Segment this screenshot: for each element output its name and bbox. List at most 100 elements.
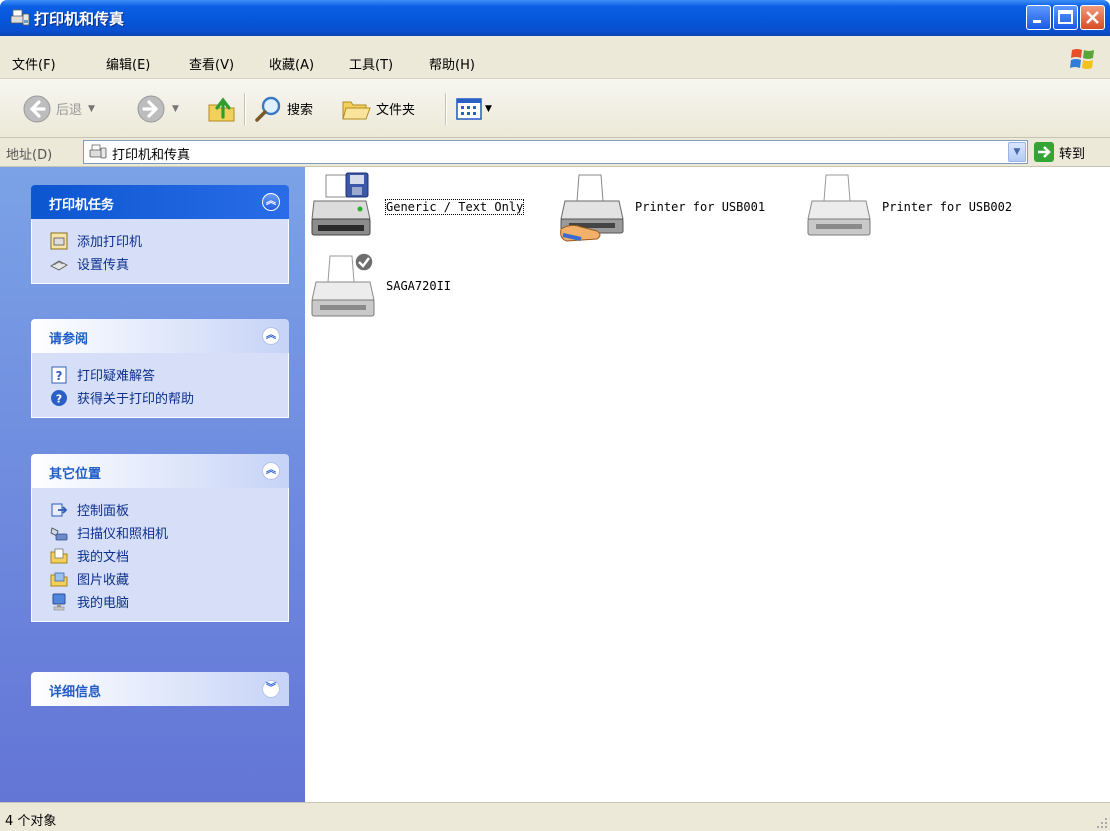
help-book-icon: ? (51, 366, 67, 383)
printer-item[interactable]: Printer for USB001 (557, 171, 765, 243)
forward-arrow-icon (137, 95, 165, 122)
toolbar-separator (445, 93, 446, 125)
help-circle-icon: ? (51, 389, 67, 406)
address-bar: 地址(D) 打印机和传真 ▼ 转到 (0, 138, 1110, 167)
menu-help[interactable]: 帮助(H) (429, 54, 475, 73)
panel-title: 请参阅 (49, 332, 89, 347)
other-places-panel: 其它位置 ︽ 控制面板 扫描仪和照相机 我的文档 图片收藏 我的电脑 (31, 454, 289, 622)
print-troubleshooter-link[interactable]: ? 打印疑难解答 (32, 363, 288, 386)
task-label: 打印疑难解答 (77, 369, 156, 384)
printers-list-view[interactable]: Generic / Text Only Printer for USB001 P… (305, 167, 1110, 802)
search-button[interactable]: 搜索 (253, 79, 313, 138)
close-button[interactable] (1080, 5, 1105, 30)
printer-item[interactable]: Printer for USB002 (804, 171, 1012, 243)
back-button[interactable]: 后退 ▼ (22, 79, 95, 138)
close-icon (1086, 11, 1099, 24)
printer-icon (807, 174, 871, 236)
menu-favorites[interactable]: 收藏(A) (269, 54, 314, 73)
menu-file[interactable]: 文件(F) (12, 54, 56, 73)
menu-edit[interactable]: 编辑(E) (106, 54, 150, 73)
minimize-button[interactable] (1026, 5, 1051, 30)
collapse-icon[interactable]: ︽ (262, 193, 280, 211)
back-arrow-icon (23, 95, 51, 122)
toolbar-separator (244, 93, 245, 125)
windows-logo-icon (1070, 49, 1094, 69)
views-button[interactable]: ▼ (456, 79, 492, 138)
menu-bar: 文件(F) 编辑(E) 查看(V) 收藏(A) 工具(T) 帮助(H) (0, 36, 1110, 79)
panel-header[interactable]: 打印机任务 ︽ (31, 185, 289, 219)
panel-title: 其它位置 (49, 467, 102, 482)
collapse-icon[interactable]: ︽ (262, 462, 280, 480)
task-pane: 打印机任务 ︽ 添加打印机 设置传真 请参阅 ︽ ? 打印疑难解答 ? 获得关于… (0, 167, 305, 802)
task-label: 设置传真 (77, 258, 130, 273)
up-folder-icon (208, 96, 235, 121)
printing-help-link[interactable]: ? 获得关于打印的帮助 (32, 386, 288, 409)
details-panel: 详细信息 ︾ (31, 672, 289, 706)
task-label: 获得关于打印的帮助 (77, 392, 195, 407)
window-title: 打印机和传真 (34, 10, 125, 28)
my-computer-link[interactable]: 我的电脑 (32, 590, 288, 613)
add-printer-link[interactable]: 添加打印机 (32, 229, 288, 252)
printer-name: Generic / Text Only (384, 199, 525, 215)
maximize-button[interactable] (1053, 5, 1078, 30)
resize-grip-icon[interactable] (1094, 815, 1108, 829)
panel-header[interactable]: 详细信息 ︾ (31, 672, 289, 706)
see-also-panel: 请参阅 ︽ ? 打印疑难解答 ? 获得关于打印的帮助 (31, 319, 289, 418)
my-computer-icon (52, 593, 66, 610)
folders-label: 文件夹 (376, 103, 416, 118)
my-documents-link[interactable]: 我的文档 (32, 544, 288, 567)
folders-icon (342, 101, 371, 119)
collapse-icon[interactable]: ︽ (262, 327, 280, 345)
panel-body: ? 打印疑难解答 ? 获得关于打印的帮助 (31, 353, 289, 418)
title-bar[interactable]: 打印机和传真 (0, 0, 1110, 36)
printer-fax-icon (10, 9, 30, 26)
forward-dropdown-icon[interactable]: ▼ (172, 104, 179, 114)
task-label: 我的文档 (77, 550, 130, 565)
printer-name: SAGA720II (386, 279, 452, 293)
printer-name: Printer for USB002 (882, 200, 1013, 214)
task-label: 控制面板 (77, 504, 130, 519)
back-dropdown-icon[interactable]: ▼ (88, 104, 95, 114)
back-label: 后退 (56, 103, 83, 118)
control-panel-link[interactable]: 控制面板 (32, 498, 288, 521)
svg-text:?: ? (56, 392, 62, 405)
panel-header[interactable]: 请参阅 ︽ (31, 319, 289, 353)
forward-button[interactable]: ▼ (136, 79, 179, 138)
menu-tools[interactable]: 工具(T) (349, 54, 393, 73)
task-label: 图片收藏 (77, 573, 130, 588)
minimize-icon (1033, 20, 1041, 23)
panel-body: 添加打印机 设置传真 (31, 219, 289, 284)
control-panel-icon (51, 503, 68, 516)
shared-printer-icon (560, 174, 624, 242)
folders-button[interactable]: 文件夹 (340, 79, 415, 138)
panel-title: 详细信息 (49, 685, 102, 700)
scanner-camera-icon (50, 526, 68, 540)
task-label: 扫描仪和照相机 (77, 527, 169, 542)
printer-tasks-panel: 打印机任务 ︽ 添加打印机 设置传真 (31, 185, 289, 284)
expand-icon[interactable]: ︾ (262, 680, 280, 698)
panel-header[interactable]: 其它位置 ︽ (31, 454, 289, 488)
scanners-cameras-link[interactable]: 扫描仪和照相机 (32, 521, 288, 544)
printer-fax-icon (89, 144, 107, 159)
go-arrow-icon (1034, 142, 1054, 162)
address-value: 打印机和传真 (112, 148, 191, 163)
menu-view[interactable]: 查看(V) (189, 54, 234, 73)
setup-fax-link[interactable]: 设置传真 (32, 252, 288, 275)
my-pictures-link[interactable]: 图片收藏 (32, 567, 288, 590)
default-printer-icon (311, 252, 375, 317)
task-label: 我的电脑 (77, 596, 130, 611)
views-dropdown-icon[interactable]: ▼ (485, 104, 492, 114)
panel-body: 控制面板 扫描仪和照相机 我的文档 图片收藏 我的电脑 (31, 488, 289, 622)
address-label: 地址(D) (6, 148, 53, 163)
panel-title: 打印机任务 (49, 198, 115, 213)
printer-item[interactable]: SAGA720II (308, 250, 451, 322)
toolbar: 后退 ▼ ▼ 搜索 文件夹 ▼ (0, 79, 1110, 138)
fax-icon (50, 260, 68, 270)
views-icon (456, 97, 482, 120)
up-folder-button[interactable] (206, 79, 238, 138)
printer-item[interactable]: Generic / Text Only (308, 171, 525, 243)
address-dropdown-button[interactable]: ▼ (1008, 142, 1026, 162)
go-button[interactable]: 转到 (1034, 141, 1085, 163)
search-icon (255, 96, 281, 122)
address-field[interactable]: 打印机和传真 ▼ (83, 140, 1028, 164)
